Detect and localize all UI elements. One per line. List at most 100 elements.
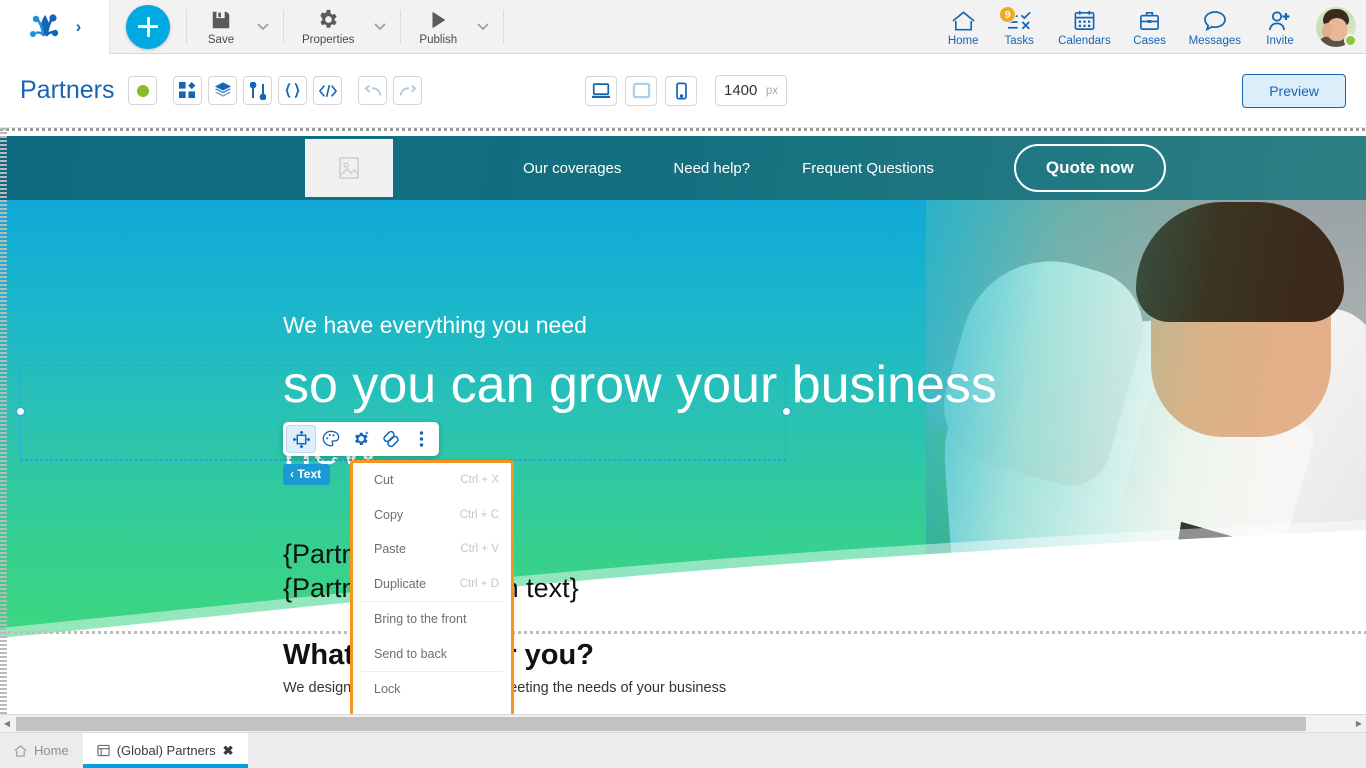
selection-type-badge[interactable]: ‹ Text [283, 464, 331, 485]
selection-handle[interactable] [782, 407, 791, 416]
person-add-icon [1268, 6, 1292, 32]
device-mobile-button[interactable] [665, 75, 697, 106]
speech-bubble-icon [1203, 6, 1227, 32]
selection-handle[interactable] [16, 407, 25, 416]
move-resize-button[interactable] [286, 425, 316, 453]
context-menu-item-send-to-back[interactable]: Send to back [353, 637, 511, 672]
context-menu-item-duplicate[interactable]: Duplicate Ctrl + D [353, 567, 511, 602]
menu-item-label: Cut [374, 473, 394, 488]
save-dropdown-caret[interactable] [249, 0, 277, 54]
nav-label: Home [947, 35, 979, 47]
tab-label: (Global) Partners [116, 743, 216, 758]
more-vertical-icon [419, 431, 423, 447]
context-menu-item-lock[interactable]: Lock [353, 672, 511, 707]
preview-button[interactable]: Preview [1242, 73, 1346, 108]
context-menu-item-paste[interactable]: Paste Ctrl + V [353, 532, 511, 567]
top-app-bar: › Save Properties Publish Home 9 Tasks C… [0, 0, 1366, 54]
nav-item-tasks[interactable]: 9 Tasks [991, 6, 1047, 47]
scrollbar-thumb[interactable] [16, 716, 1306, 731]
tab-global-partners[interactable]: (Global) Partners ✖ [82, 733, 248, 768]
save-disk-icon [210, 8, 232, 32]
canvas-horizontal-scrollbar[interactable]: ◀ ▶ [0, 714, 1366, 732]
site-header[interactable]: Our coverages Need help? Frequent Questi… [0, 136, 1366, 200]
selection-badge-label: Text [297, 467, 322, 481]
menu-item-label: Duplicate [374, 576, 427, 591]
frog-logo-icon[interactable] [28, 12, 62, 42]
tab-close-icon[interactable]: ✖ [223, 743, 234, 759]
nav-label: Messages [1188, 35, 1241, 47]
site-nav-link[interactable]: Frequent Questions [802, 160, 934, 177]
link-button[interactable] [376, 425, 406, 453]
canvas-top-guide [0, 128, 1366, 131]
nav-label: Cases [1133, 35, 1166, 47]
context-menu-item-cut[interactable]: Cut Ctrl + X [353, 463, 511, 498]
canvas-width-value: 1400 [724, 82, 758, 99]
properties-dropdown-caret[interactable] [366, 0, 394, 54]
menu-item-label: Bring to the front [374, 612, 467, 627]
publish-tool-group: Publish [407, 0, 497, 54]
undo-button[interactable] [358, 76, 388, 105]
more-options-button[interactable] [406, 425, 436, 453]
page-title: Partners [20, 76, 115, 104]
scroll-right-arrow[interactable]: ▶ [1352, 719, 1366, 728]
nav-item-home[interactable]: Home [935, 6, 991, 47]
add-button[interactable] [126, 4, 170, 49]
menu-item-shortcut: Ctrl + V [460, 543, 499, 556]
context-menu-item-hide[interactable]: Hide [353, 707, 511, 715]
nav-item-cases[interactable]: Cases [1122, 6, 1178, 47]
tab-home[interactable]: Home [0, 733, 83, 768]
design-canvas[interactable]: Our coverages Need help? Frequent Questi… [0, 128, 1366, 714]
avatar[interactable] [1316, 6, 1357, 47]
toggles-button[interactable] [243, 76, 273, 105]
site-nav-link[interactable]: Need help? [673, 160, 750, 177]
gear-icon [317, 8, 340, 32]
gear-sparkle-icon [355, 431, 369, 445]
save-tool-group: Save [193, 0, 277, 54]
context-menu-item-copy[interactable]: Copy Ctrl + C [353, 498, 511, 533]
selection-badge-arrow: ‹ [290, 467, 294, 481]
hero-subtitle[interactable]: We have everything you need [283, 312, 587, 339]
canvas-width-unit: px [765, 84, 778, 97]
briefcase-icon [1138, 6, 1161, 32]
scrollbar-track[interactable] [14, 716, 1352, 731]
context-menu[interactable]: Cut Ctrl + X Copy Ctrl + C Paste Ctrl + … [350, 460, 514, 714]
device-tablet-button[interactable] [625, 75, 657, 106]
publish-button[interactable]: Publish [407, 0, 469, 54]
nav-item-calendars[interactable]: Calendars [1047, 6, 1121, 47]
home-icon [951, 6, 976, 32]
site-nav-link[interactable]: Our coverages [523, 160, 621, 177]
canvas-width-input[interactable]: 1400 px [715, 75, 787, 106]
chevron-right-icon[interactable]: › [76, 18, 82, 35]
widgets-button[interactable] [173, 76, 203, 105]
scroll-left-arrow[interactable]: ◀ [0, 719, 14, 728]
properties-tool-group: Properties [290, 0, 394, 54]
layers-button[interactable] [208, 76, 238, 105]
quote-now-button[interactable]: Quote now [1013, 144, 1166, 192]
nav-item-messages[interactable]: Messages [1178, 6, 1252, 47]
element-floating-toolbar [283, 422, 439, 456]
page-status-indicator[interactable] [128, 76, 158, 105]
properties-button[interactable]: Properties [290, 0, 366, 54]
save-button[interactable]: Save [193, 0, 249, 54]
menu-item-label: Send to back [374, 646, 447, 661]
json-braces-button[interactable] [278, 76, 308, 105]
link-icon [383, 430, 399, 448]
publish-dropdown-caret[interactable] [469, 0, 497, 54]
green-dot-icon [136, 84, 149, 97]
device-desktop-button[interactable] [585, 75, 617, 106]
redo-button[interactable] [393, 76, 423, 105]
play-triangle-icon [427, 8, 449, 32]
site-logo-placeholder[interactable] [305, 139, 393, 197]
divider [283, 9, 284, 44]
menu-item-shortcut: Ctrl + D [459, 577, 499, 590]
code-button[interactable] [313, 76, 343, 105]
move-resize-icon [292, 430, 310, 448]
element-settings-button[interactable] [346, 425, 376, 453]
context-menu-item-bring-to-front[interactable]: Bring to the front [353, 602, 511, 637]
style-palette-button[interactable] [316, 425, 346, 453]
site-nav: Our coverages Need help? Frequent Questi… [523, 144, 1166, 192]
nav-item-invite[interactable]: Invite [1252, 6, 1308, 47]
menu-item-label: Lock [374, 682, 401, 697]
calendar-icon [1073, 6, 1096, 32]
logo-zone: › [0, 0, 110, 54]
